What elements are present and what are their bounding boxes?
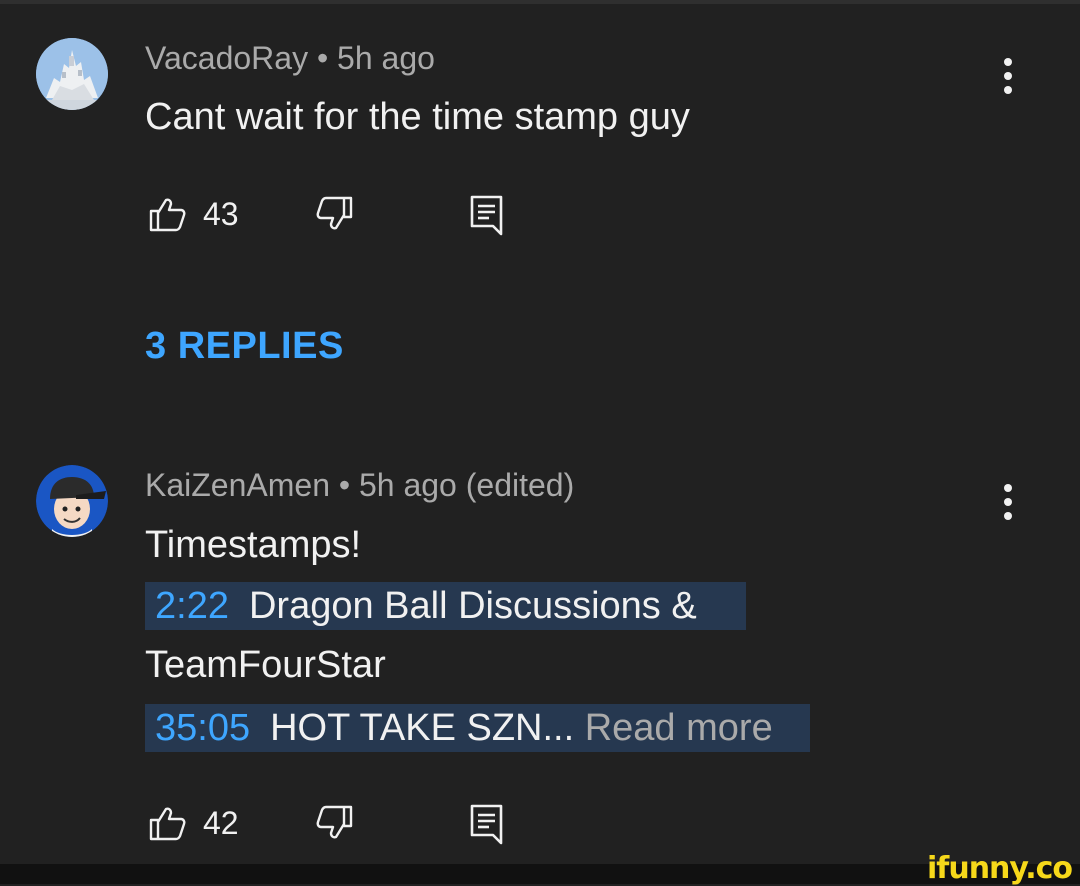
timestamp-link[interactable]: 2:22 — [155, 585, 229, 627]
comment-age: 5h ago — [358, 467, 457, 503]
reply-button[interactable] — [467, 803, 507, 850]
reply-comment-icon — [470, 804, 503, 845]
meta-separator: • — [308, 40, 338, 76]
reply-comment-icon — [470, 195, 503, 236]
more-dot — [1004, 498, 1012, 506]
like-button[interactable] — [147, 194, 187, 239]
dislike-button[interactable] — [315, 803, 355, 848]
more-dot — [1004, 72, 1012, 80]
comment-text: Cant wait for the time stamp guy — [145, 96, 690, 138]
comment-meta: KaiZenAmen • 5h ago (edited) — [145, 467, 574, 504]
more-options-button[interactable] — [996, 58, 1020, 98]
meta-separator: • — [329, 467, 359, 503]
more-dot — [1004, 86, 1012, 94]
avatar[interactable] — [36, 38, 108, 110]
comment-meta: VacadoRay • 5h ago — [145, 40, 435, 77]
more-dot — [1004, 512, 1012, 520]
top-divider — [0, 0, 1080, 4]
bottom-bar — [0, 864, 1080, 884]
more-vertical-icon — [1004, 58, 1012, 66]
like-button[interactable] — [147, 803, 187, 848]
timestamp-line: 2:22 Dragon Ball Discussions & — [145, 582, 746, 630]
comment-actions: 43 — [145, 194, 525, 238]
read-more-link[interactable]: Read more — [585, 707, 773, 749]
more-vertical-icon — [1004, 484, 1012, 492]
timestamp-label: HOT TAKE SZN... — [270, 707, 575, 749]
edited-label: (edited) — [465, 467, 575, 503]
ifunny-watermark: ifunny.co — [927, 851, 1073, 886]
thumbs-up-icon — [149, 198, 186, 232]
timestamp-link[interactable]: 35:05 — [155, 707, 250, 749]
avatar[interactable] — [36, 465, 108, 537]
reply-button[interactable] — [467, 194, 507, 241]
cartoon-cap-avatar-icon — [36, 465, 108, 537]
timestamp-line: 35:05 HOT TAKE SZN... Read more — [145, 704, 810, 752]
author-name[interactable]: VacadoRay — [145, 40, 308, 76]
author-name[interactable]: KaiZenAmen — [145, 467, 330, 503]
dislike-button[interactable] — [315, 194, 355, 239]
comment-actions: 42 — [145, 803, 525, 847]
like-count: 43 — [203, 196, 239, 232]
thumbs-down-icon — [316, 805, 353, 839]
thumbs-down-icon — [316, 196, 353, 230]
castle-avatar-icon — [36, 38, 108, 110]
view-replies-link[interactable]: 3 REPLIES — [145, 325, 344, 368]
comment-text-continuation: TeamFourStar — [145, 644, 386, 686]
comment-text: Timestamps! — [145, 524, 362, 566]
thumbs-up-icon — [149, 807, 186, 841]
timestamp-label: Dragon Ball Discussions & — [248, 585, 697, 627]
more-options-button[interactable] — [996, 484, 1020, 524]
comment-age: 5h ago — [337, 40, 435, 76]
like-count: 42 — [203, 805, 239, 841]
